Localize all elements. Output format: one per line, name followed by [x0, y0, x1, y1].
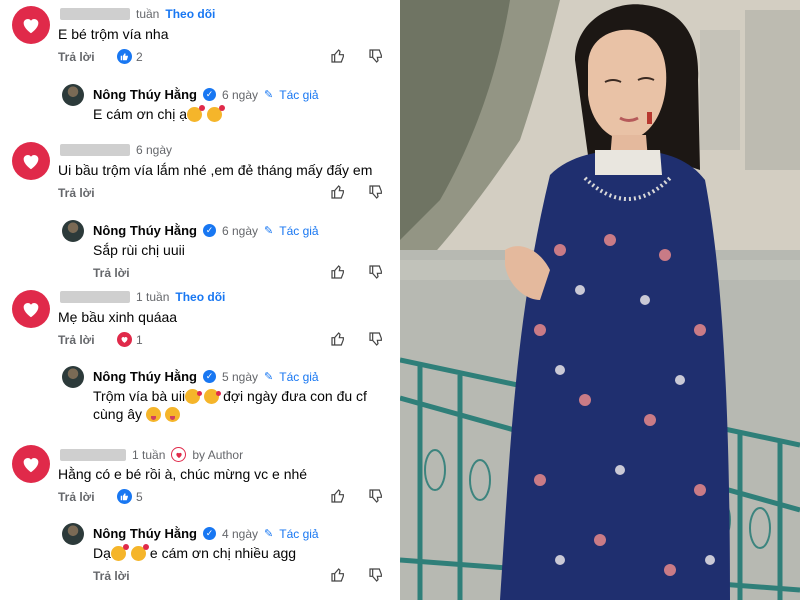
author-badge: Tác giả	[279, 87, 319, 102]
author-badge: Tác giả	[279, 369, 319, 384]
author-name[interactable]: Nông Thúy Hằng	[93, 223, 197, 238]
reply-time: 5 ngày	[222, 369, 259, 384]
reply-time: 4 ngày	[222, 526, 259, 541]
pencil-icon: ✎	[264, 371, 274, 383]
verified-icon: ✓	[203, 88, 216, 101]
woman-photo	[400, 0, 800, 600]
commenter-avatar[interactable]	[12, 142, 50, 180]
author-reply-text: Trộm vía bà uii đợi ngày đưa con đu cf	[93, 388, 367, 404]
comment-meta: 6 ngày	[60, 143, 172, 157]
smiling-hearts-emoji-icon	[187, 105, 205, 122]
pencil-icon: ✎	[264, 89, 274, 101]
upvote-icon[interactable]	[330, 331, 346, 347]
reply-button[interactable]: Trả lời	[58, 186, 95, 200]
like-icon	[117, 49, 132, 64]
author-avatar[interactable]	[62, 84, 84, 106]
upvote-icon[interactable]	[330, 184, 346, 200]
comment-time: tuần	[136, 7, 160, 21]
downvote-icon[interactable]	[368, 567, 384, 583]
author-reply-meta: Nông Thúy Hằng ✓ 5 ngày ✎ Tác giả	[93, 369, 319, 384]
upvote-icon[interactable]	[330, 48, 346, 64]
comment-time: 1 tuần	[136, 290, 170, 304]
downvote-icon[interactable]	[368, 488, 384, 504]
author-name[interactable]: Nông Thúy Hằng	[93, 369, 197, 384]
author-reply-meta: Nông Thúy Hằng ✓ 4 ngày ✎ Tác giả	[93, 526, 319, 541]
kiss-emoji-icon	[204, 389, 222, 404]
blurred-name	[60, 8, 130, 20]
photo-panel	[400, 0, 800, 600]
comment-meta: 1 tuần Theo dõi	[60, 290, 225, 304]
follow-link[interactable]: Theo dõi	[165, 7, 215, 21]
by-author-label: by Author	[192, 447, 244, 462]
author-heart-icon	[171, 447, 187, 462]
comment-text: E bé trộm vía nha	[58, 26, 169, 42]
upvote-icon[interactable]	[330, 264, 346, 280]
heart-reaction-icon	[117, 332, 132, 347]
commenter-avatar[interactable]	[12, 290, 50, 328]
smiling-hearts-emoji-icon	[207, 105, 225, 122]
reply-button[interactable]: Trả lời	[93, 266, 130, 280]
comment-time: 6 ngày	[136, 143, 173, 157]
author-reply-meta: Nông Thúy Hằng ✓ 6 ngày ✎ Tác giả	[93, 87, 319, 102]
commenter-avatar[interactable]	[12, 445, 50, 483]
reply-button[interactable]: Trả lời	[58, 333, 95, 347]
upvote-icon[interactable]	[330, 567, 346, 583]
author-avatar[interactable]	[62, 366, 84, 388]
commenter-avatar[interactable]	[12, 6, 50, 44]
verified-icon: ✓	[203, 224, 216, 237]
author-reply-text: Dạ e cám ơn chị nhiều agg	[93, 544, 297, 561]
comment-text: Mẹ bầu xinh quáaa	[58, 309, 178, 325]
kiss-emoji-icon	[185, 389, 203, 404]
author-avatar[interactable]	[62, 220, 84, 242]
author-reply-text-line2: cùng ây	[93, 406, 180, 422]
reply-time: 6 ngày	[222, 223, 259, 238]
verified-icon: ✓	[203, 370, 216, 383]
downvote-icon[interactable]	[368, 184, 384, 200]
smiling-hearts-emoji-icon	[130, 544, 149, 561]
author-badge: Tác giả	[279, 223, 319, 238]
author-name[interactable]: Nông Thúy Hằng	[93, 87, 197, 102]
upvote-icon[interactable]	[330, 488, 346, 504]
blurred-name	[60, 291, 130, 303]
author-reply-text: E cám ơn chị ạ	[93, 105, 225, 122]
author-reply-text: Sắp rùi chị uuii	[93, 242, 185, 258]
downvote-icon[interactable]	[368, 331, 384, 347]
reply-button[interactable]: Trả lời	[58, 490, 95, 504]
comment-text: Hằng có e bé rồi à, chúc mừng vc e nhé	[58, 466, 308, 482]
follow-link[interactable]: Theo dõi	[175, 290, 225, 304]
comment-meta: 1 tuần by Author	[60, 447, 243, 462]
reply-button[interactable]: Trả lời	[93, 569, 130, 583]
reaction-count[interactable]: 5	[117, 489, 143, 504]
verified-icon: ✓	[203, 527, 216, 540]
comment-meta: tuần Theo dõi	[60, 7, 215, 21]
author-reply-meta: Nông Thúy Hằng ✓ 6 ngày ✎ Tác giả	[93, 223, 319, 238]
tongue-emoji-icon	[164, 407, 180, 422]
like-icon	[117, 489, 132, 504]
author-badge: Tác giả	[279, 526, 319, 541]
smiling-hearts-emoji-icon	[110, 544, 129, 561]
blurred-name	[60, 448, 126, 461]
reply-time: 6 ngày	[222, 87, 259, 102]
comments-panel: tuần Theo dõi E bé trộm vía nha Trả lời …	[0, 0, 400, 600]
blurred-name	[60, 144, 130, 156]
tongue-emoji-icon	[145, 407, 161, 422]
reaction-count[interactable]: 1	[117, 332, 143, 347]
author-avatar[interactable]	[62, 523, 84, 545]
comment-text: Ui bầu trộm vía lắm nhé ,em đẻ tháng mấy…	[58, 162, 373, 178]
downvote-icon[interactable]	[368, 264, 384, 280]
author-name[interactable]: Nông Thúy Hằng	[93, 526, 197, 541]
pencil-icon: ✎	[264, 528, 274, 540]
reply-button[interactable]: Trả lời	[58, 50, 95, 64]
comment-time: 1 tuần	[132, 447, 166, 462]
reaction-count[interactable]: 2	[117, 49, 143, 64]
downvote-icon[interactable]	[368, 48, 384, 64]
pencil-icon: ✎	[264, 225, 274, 237]
